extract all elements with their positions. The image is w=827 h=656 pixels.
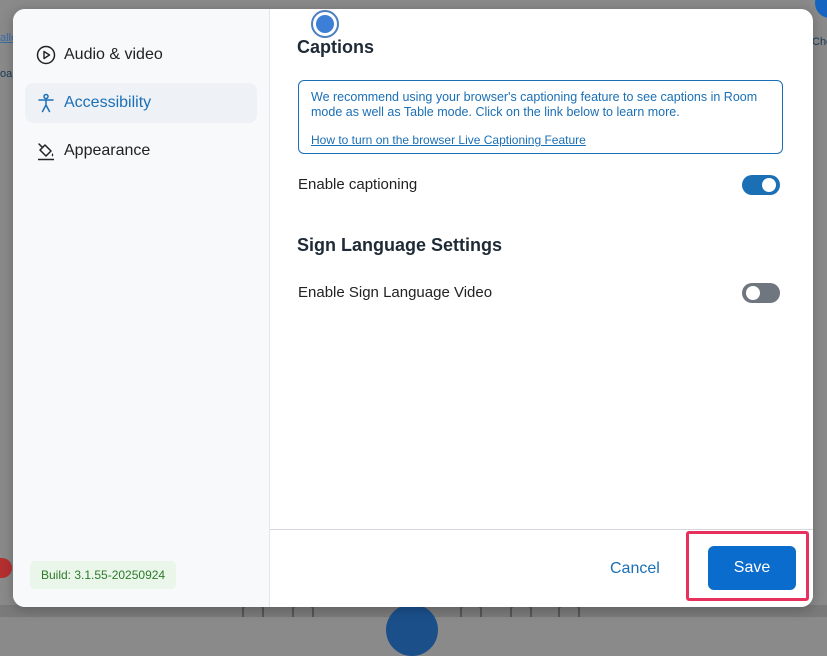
paint-bucket-icon	[36, 141, 56, 161]
settings-sidebar: Audio & video Accessibility Appearance B…	[13, 9, 270, 607]
accessibility-icon	[36, 93, 56, 113]
sidebar-item-appearance[interactable]: Appearance	[25, 131, 257, 171]
background-avatar	[815, 0, 827, 18]
sidebar-item-label: Audio & video	[64, 46, 163, 63]
live-captioning-help-link[interactable]: How to turn on the browser Live Captioni…	[311, 133, 770, 148]
build-version-badge: Build: 3.1.55-20250924	[30, 561, 177, 589]
background-toolbar-center-button	[386, 604, 438, 656]
settings-dialog: Audio & video Accessibility Appearance B…	[13, 9, 813, 607]
dialog-footer: Cancel Save	[270, 529, 813, 607]
background-mic-icon	[0, 558, 12, 578]
enable-sign-language-toggle[interactable]	[742, 283, 780, 303]
captions-info-text: We recommend using your browser's captio…	[311, 90, 758, 119]
save-button[interactable]: Save	[708, 546, 796, 590]
scroll-radio-indicator[interactable]	[311, 10, 339, 38]
background-text-fragment: Che	[812, 36, 827, 48]
enable-captioning-label: Enable captioning	[298, 176, 418, 193]
sidebar-item-label: Appearance	[64, 142, 151, 159]
captions-heading: Captions	[297, 37, 375, 57]
sidebar-item-label: Accessibility	[64, 94, 152, 111]
radio-dot	[316, 15, 334, 33]
toggle-knob	[746, 286, 760, 300]
captions-info-box: We recommend using your browser's captio…	[298, 80, 783, 154]
sidebar-item-accessibility[interactable]: Accessibility	[25, 83, 257, 123]
background-text-fragment: oa	[0, 68, 13, 80]
sidebar-item-audio-video[interactable]: Audio & video	[25, 35, 257, 75]
accessibility-settings-panel: Captions We recommend using your browser…	[270, 9, 813, 530]
cancel-button[interactable]: Cancel	[610, 560, 660, 578]
toggle-knob	[762, 178, 776, 192]
enable-captioning-toggle[interactable]	[742, 175, 780, 195]
play-circle-icon	[36, 45, 56, 65]
enable-sign-language-label: Enable Sign Language Video	[298, 284, 493, 301]
sign-language-heading: Sign Language Settings	[297, 235, 503, 255]
